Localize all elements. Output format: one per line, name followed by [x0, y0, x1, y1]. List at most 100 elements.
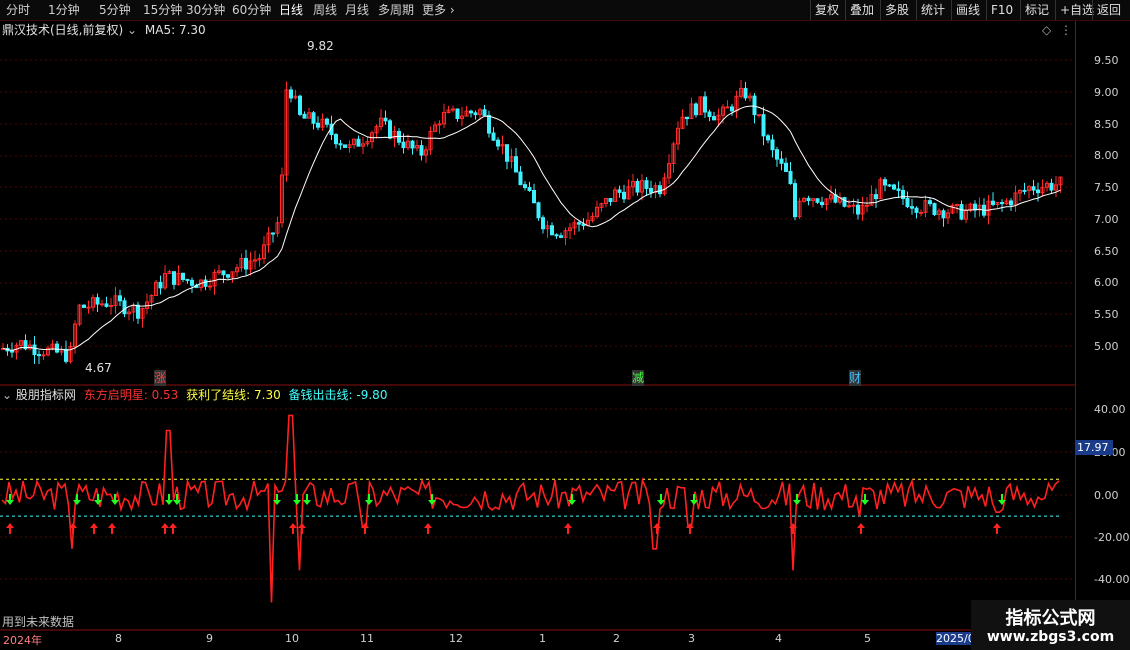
candle-body	[473, 112, 478, 116]
candle-body	[334, 134, 338, 145]
x-tick: 9	[206, 632, 213, 645]
x-tick-current: 2025/0	[936, 632, 975, 645]
candle-body	[622, 191, 626, 200]
ind-y-tick: -40.00	[1094, 573, 1130, 586]
candle-body	[487, 114, 491, 134]
diamond-icon[interactable]: ◇	[1042, 22, 1051, 38]
candle-body	[311, 112, 316, 124]
candle-body	[383, 117, 388, 122]
x-tick: 3	[688, 632, 695, 645]
candle-body	[685, 116, 689, 120]
candle-body	[644, 180, 649, 189]
candle-body	[410, 140, 415, 149]
candle-body	[325, 118, 329, 125]
candle-body	[469, 110, 473, 114]
candle-body	[703, 96, 707, 113]
candle-body	[338, 143, 343, 146]
buy-arrow-icon	[857, 523, 865, 534]
candle-body	[104, 303, 109, 307]
chevron-down-icon[interactable]: ⌄	[2, 388, 12, 402]
candle-body	[388, 120, 392, 139]
candle-body	[356, 138, 361, 147]
drag-handle-icon[interactable]: ⋮	[1060, 22, 1072, 38]
ind-y-tick: 40.00	[1094, 403, 1126, 416]
candle-body	[635, 180, 640, 193]
candle-body	[932, 203, 937, 215]
candle-body	[694, 103, 698, 116]
buy-arrow-icon	[289, 523, 297, 534]
candle-body	[41, 354, 46, 357]
candle-body	[122, 300, 127, 315]
buy-arrow-icon	[90, 523, 98, 534]
candle-body	[455, 108, 460, 119]
y-tick: 9.00	[1094, 86, 1119, 99]
candle-body	[901, 189, 905, 200]
candle-body	[491, 132, 496, 141]
candle-body	[1009, 200, 1013, 206]
buy-arrow-icon	[108, 523, 116, 534]
buy-arrow-icon	[298, 523, 306, 534]
chevron-down-icon[interactable]: ⌄	[127, 23, 137, 37]
y-tick: 5.00	[1094, 340, 1119, 353]
event-marker-zhang[interactable]: 涨	[154, 370, 167, 386]
candle-body	[298, 95, 302, 115]
buy-arrow-icon	[6, 523, 14, 534]
candle-body	[793, 183, 797, 218]
candle-body	[865, 204, 869, 207]
candle-body	[896, 188, 901, 191]
candle-body	[910, 206, 914, 209]
candle-body	[856, 204, 860, 215]
candle-body	[221, 270, 226, 276]
candle-body	[86, 306, 91, 309]
x-tick: 8	[115, 632, 122, 645]
y-tick: 6.50	[1094, 245, 1119, 258]
candle-body	[244, 257, 248, 270]
sell-arrow-icon	[303, 494, 311, 505]
candle-body	[523, 184, 527, 189]
x-tick: 2024年	[3, 634, 42, 647]
candle-body	[788, 170, 793, 185]
candle-body	[302, 113, 307, 119]
candle-body	[914, 207, 919, 213]
candle-body	[532, 190, 536, 204]
candle-body	[775, 149, 779, 160]
candle-body	[1022, 189, 1027, 192]
buy-arrow-icon	[564, 523, 572, 534]
x-tick: 11	[360, 632, 374, 645]
candle-body	[847, 205, 851, 208]
buy-arrow-icon	[653, 523, 661, 534]
x-tick: 5	[864, 632, 871, 645]
candle-body	[887, 184, 892, 187]
candle-body	[919, 211, 923, 214]
indicator-name: 股朋指标网	[15, 388, 76, 402]
watermark: 指标公式网 www.zbgs3.com	[971, 600, 1130, 650]
x-tick: 2	[613, 632, 620, 645]
candle-body	[181, 272, 185, 280]
candle-body	[1049, 182, 1054, 191]
high-marker: 9.82	[307, 39, 334, 53]
candle-body	[941, 210, 946, 219]
candle-body	[343, 144, 347, 148]
candle-body	[64, 348, 68, 362]
candle-body	[208, 285, 212, 288]
indicator-line-3: 备钱出击线: -9.80	[288, 388, 388, 402]
candle-body	[608, 198, 613, 202]
candle-body	[514, 156, 518, 173]
low-marker: 4.67	[85, 361, 112, 375]
candle-body	[271, 232, 275, 235]
candle-body	[815, 198, 820, 203]
candle-body	[617, 189, 622, 193]
x-tick: 12	[449, 632, 463, 645]
kline-chart[interactable]	[0, 0, 1130, 650]
event-marker-cai[interactable]: 财	[849, 370, 862, 386]
indicator-line-1: 东方启明星: 0.53	[83, 388, 179, 402]
y-tick: 7.00	[1094, 213, 1119, 226]
candle-body	[316, 122, 320, 128]
event-marker-jian[interactable]: 减	[632, 370, 645, 386]
candle-body	[779, 158, 784, 164]
x-tick: 1	[539, 632, 546, 645]
candle-body	[518, 171, 523, 186]
y-tick: 6.00	[1094, 276, 1119, 289]
candle-body	[419, 145, 424, 156]
candle-body	[559, 235, 563, 238]
